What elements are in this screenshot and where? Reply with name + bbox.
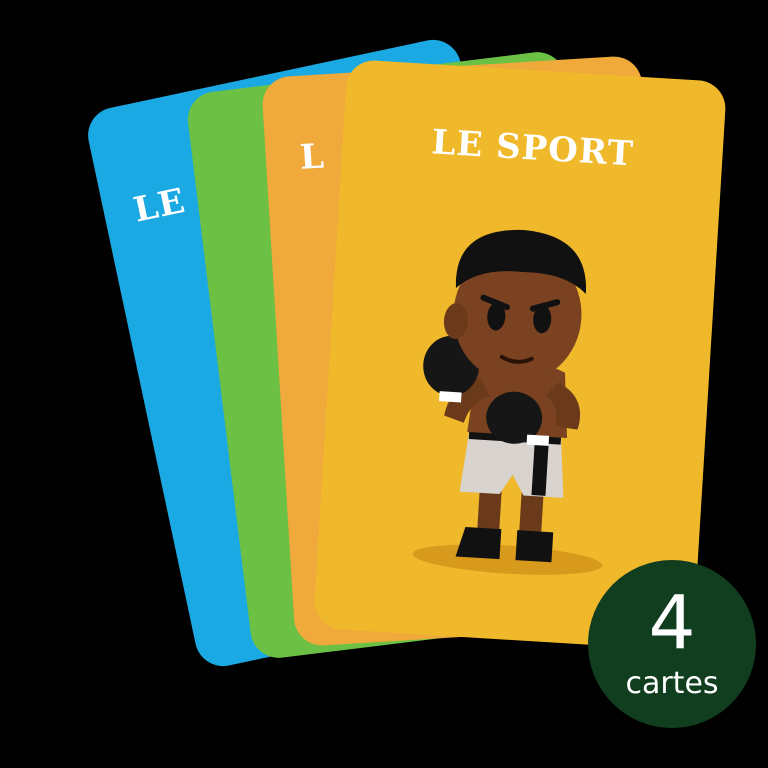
boxer-illustration — [412, 229, 603, 575]
card-title-yellow: LE SPORT — [430, 122, 635, 175]
card-stack: LE L LE SPORT 4 cartes — [0, 0, 768, 768]
card-count-badge: 4 cartes — [588, 560, 756, 728]
badge-number: 4 — [648, 580, 696, 666]
badge-label: cartes — [625, 666, 719, 701]
